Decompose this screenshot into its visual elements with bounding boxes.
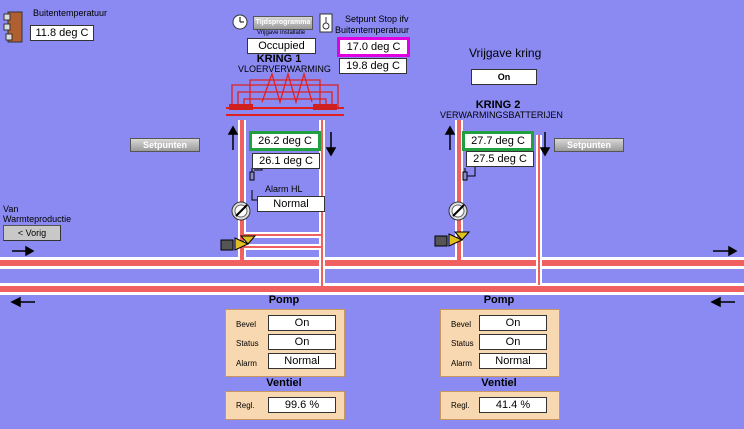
circuit1-alarm-value: Normal bbox=[257, 196, 325, 212]
pump1-status-label: Status bbox=[236, 339, 259, 348]
circuit1-setpoints-button[interactable]: Setpunten bbox=[130, 138, 200, 152]
pump2-status-label: Status bbox=[451, 339, 474, 348]
valve2-panel: Regl. 41.4 % bbox=[440, 391, 560, 420]
circuit1-subtitle: VLOERVERWARMING bbox=[238, 64, 331, 74]
pump1-status-value: On bbox=[268, 334, 336, 350]
previous-button[interactable]: < Vorig bbox=[3, 225, 61, 241]
schedule-sublabel: Vrijgave installatie bbox=[257, 30, 306, 36]
pump1-title: Pomp bbox=[268, 294, 300, 306]
circuit2-return-temp: 27.5 deg C bbox=[466, 151, 534, 167]
valve1-panel: Regl. 99.6 % bbox=[225, 391, 345, 420]
pump1-alarm-value: Normal bbox=[268, 353, 336, 369]
setpoint-stop-label2: Buitentemperatuur bbox=[335, 25, 410, 35]
pump2-bevel-value: On bbox=[479, 315, 547, 331]
pump2-status-value: On bbox=[479, 334, 547, 350]
setpoint-stop-value2: 19.8 deg C bbox=[339, 58, 407, 74]
pump1-panel: Bevel On Status On Alarm Normal bbox=[225, 309, 345, 377]
circuit1-supply-temp: 26.2 deg C bbox=[249, 131, 321, 151]
pump2-panel: Bevel On Status On Alarm Normal bbox=[440, 309, 560, 377]
outside-temp-label: Buitentemperatuur bbox=[33, 8, 108, 18]
circuit2-setpoints-button[interactable]: Setpunten bbox=[554, 138, 624, 152]
pump1-bevel-value: On bbox=[268, 315, 336, 331]
pump2-alarm-label: Alarm bbox=[451, 359, 472, 368]
schedule-button[interactable]: Tijdsprogramma bbox=[253, 16, 313, 30]
from-label: Van bbox=[3, 204, 19, 214]
from-label2: Warmteproductie bbox=[3, 214, 72, 224]
pump1-alarm-label: Alarm bbox=[236, 359, 257, 368]
circuit1-alarm-label: Alarm HL bbox=[265, 184, 303, 194]
building-icon bbox=[3, 11, 23, 43]
valve1-title: Ventiel bbox=[266, 377, 302, 389]
circuit2-supply-temp: 27.7 deg C bbox=[462, 131, 534, 151]
pump1-symbol bbox=[231, 201, 251, 221]
circuit2-subtitle: VERWARMINGSBATTERIJEN bbox=[440, 110, 563, 120]
clock-icon bbox=[232, 14, 248, 30]
valve1-regl-label: Regl. bbox=[236, 401, 255, 410]
pump2-title: Pomp bbox=[483, 294, 515, 306]
pump2-symbol bbox=[448, 201, 468, 221]
pump2-alarm-value: Normal bbox=[479, 353, 547, 369]
valve1-regl-value: 99.6 % bbox=[268, 397, 336, 413]
valve2-regl-value: 41.4 % bbox=[479, 397, 547, 413]
release-value: On bbox=[471, 69, 537, 85]
outside-temp-value: 11.8 deg C bbox=[30, 25, 94, 41]
valve2-title: Ventiel bbox=[481, 377, 517, 389]
valve2-symbol bbox=[434, 231, 471, 247]
setpoint-stop-value: 17.0 deg C bbox=[337, 37, 410, 57]
release-label: Vrijgave kring bbox=[469, 46, 542, 60]
pump2-bevel-label: Bevel bbox=[451, 320, 472, 329]
setpoint-stop-label1: Setpunt Stop ifv bbox=[345, 14, 409, 24]
occupancy-value: Occupied bbox=[247, 38, 316, 54]
valve2-regl-label: Regl. bbox=[451, 401, 470, 410]
pump1-bevel-label: Bevel bbox=[236, 320, 257, 329]
circuit1-return-temp: 26.1 deg C bbox=[252, 153, 320, 169]
thermometer-icon bbox=[319, 13, 333, 33]
